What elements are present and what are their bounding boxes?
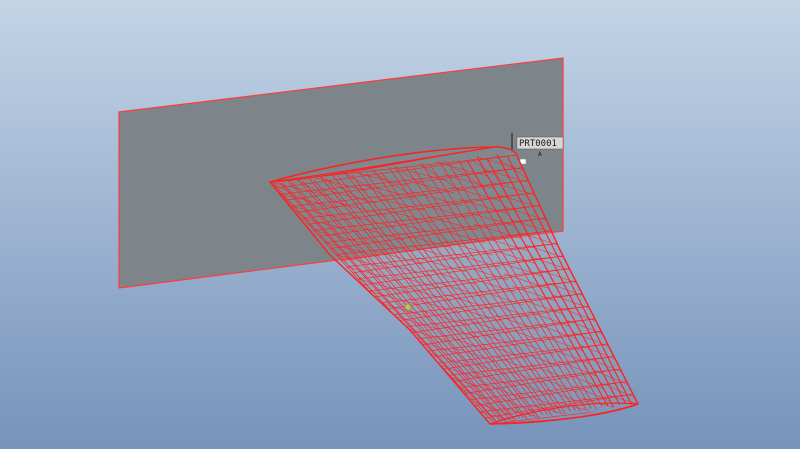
selected-point-marker[interactable] bbox=[404, 303, 412, 311]
csys-axis-label: A bbox=[538, 151, 542, 158]
cad-3d-viewport[interactable]: PRT0001 A bbox=[0, 0, 800, 449]
csys-label: PRT0001 bbox=[519, 139, 557, 149]
model-graphics[interactable]: PRT0001 A bbox=[0, 0, 800, 449]
